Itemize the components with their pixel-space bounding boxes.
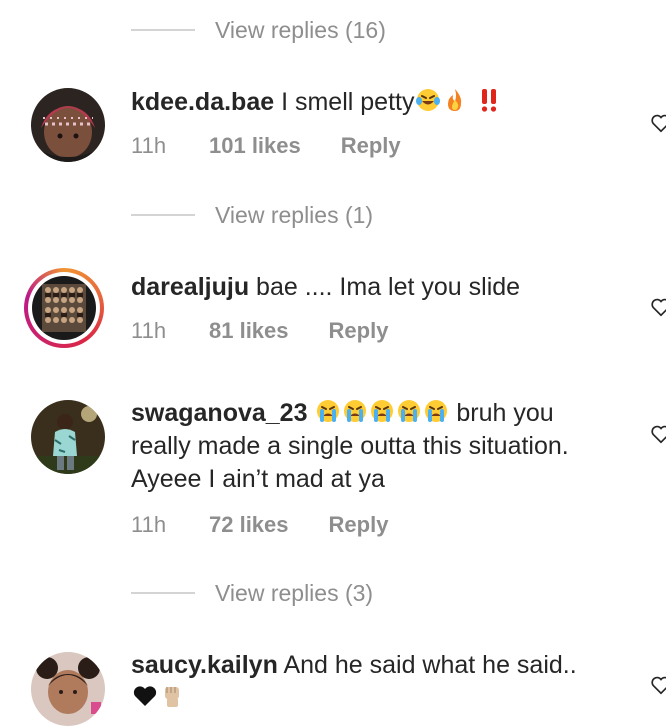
- comment-username[interactable]: darealjuju: [131, 273, 249, 301]
- comment-username[interactable]: kdee.da.bae: [131, 88, 274, 116]
- raised-fist-emoji: [165, 687, 179, 707]
- reply-thread-line: [131, 592, 195, 594]
- reply-button[interactable]: Reply: [341, 133, 401, 159]
- comment-meta: 11h 72 likes Reply: [131, 512, 388, 538]
- comment-username[interactable]: saucy.kailyn: [131, 651, 278, 679]
- reply-thread-line: [131, 214, 195, 216]
- comment-text: bae .... Ima let you slide: [256, 273, 521, 301]
- comment-time: 11h: [131, 512, 167, 537]
- view-replies-button[interactable]: View replies (3): [131, 578, 373, 608]
- comment-text: Ayeee I ain’t mad at ya: [131, 465, 385, 493]
- reply-button[interactable]: Reply: [329, 318, 389, 344]
- crying-emoji: [344, 400, 367, 422]
- comment-likes[interactable]: 101 likes: [209, 133, 301, 159]
- comment-meta: 11h 81 likes Reply: [131, 318, 388, 344]
- comment-time: 11h: [131, 133, 167, 158]
- avatar[interactable]: [31, 400, 105, 474]
- view-replies-label: View replies (16): [215, 16, 386, 43]
- comment-body: swaganova_23 bruh you really made a sing…: [131, 397, 631, 496]
- double-exclamation-emoji: [482, 89, 497, 112]
- laughing-tears-emoji: [416, 89, 441, 111]
- view-replies-label: View replies (3): [215, 579, 374, 606]
- comment-body: saucy.kailyn And he said what he said..: [131, 649, 631, 715]
- comment-text: I smell petty: [281, 88, 415, 116]
- black-heart-emoji: [133, 686, 157, 706]
- crying-emoji: [317, 400, 340, 422]
- avatar: [32, 276, 96, 340]
- comment-meta: 11h 101 likes Reply: [131, 133, 401, 159]
- crying-emoji: [425, 400, 448, 422]
- like-heart-icon[interactable]: [650, 296, 666, 318]
- comment-likes[interactable]: 81 likes: [209, 318, 289, 344]
- reply-button[interactable]: Reply: [329, 512, 389, 538]
- avatar[interactable]: [31, 652, 105, 726]
- comment-likes[interactable]: 72 likes: [209, 512, 289, 538]
- comment-text: And he said what he said..: [283, 651, 577, 679]
- comment-text: really made a single outta this situatio…: [131, 432, 569, 460]
- like-heart-icon[interactable]: [650, 423, 666, 445]
- comment-body: kdee.da.bae I smell petty: [131, 86, 631, 119]
- comment-body: darealjuju bae .... Ima let you slide: [131, 271, 631, 304]
- comment-time: 11h: [131, 318, 167, 343]
- avatar[interactable]: [31, 88, 105, 162]
- view-replies-button[interactable]: View replies (1): [131, 200, 373, 230]
- comment-text: bruh you: [456, 399, 554, 427]
- crying-emoji: [398, 400, 421, 422]
- reply-thread-line: [131, 29, 195, 31]
- like-heart-icon[interactable]: [650, 112, 666, 134]
- avatar-with-story-ring[interactable]: [24, 268, 104, 348]
- like-heart-icon[interactable]: [650, 674, 666, 696]
- view-replies-label: View replies (1): [215, 201, 374, 228]
- crying-emoji: [371, 400, 394, 422]
- crying-emoji-group: [314, 399, 449, 427]
- comment-username[interactable]: swaganova_23: [131, 399, 308, 427]
- view-replies-button[interactable]: View replies (16): [131, 15, 386, 45]
- fire-emoji: [448, 89, 462, 111]
